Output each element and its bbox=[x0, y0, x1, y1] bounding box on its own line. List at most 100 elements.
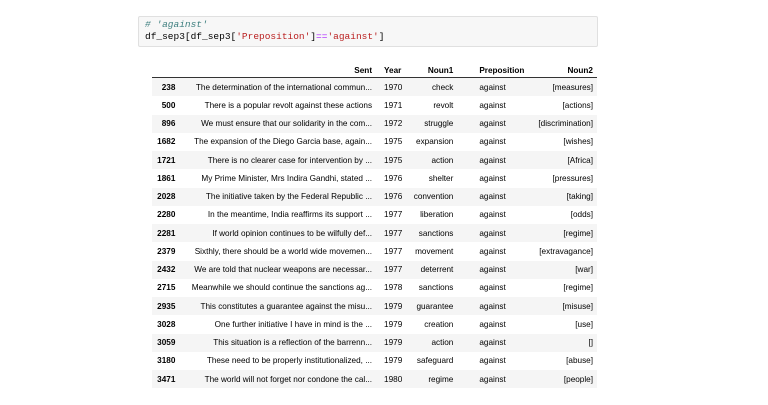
cell-noun2: [war] bbox=[575, 265, 593, 275]
cell-noun2: [odds] bbox=[570, 210, 593, 220]
cell-idx: 2715 bbox=[157, 283, 176, 293]
cell-sent: We must ensure that our solidarity in th… bbox=[201, 119, 373, 129]
column-header-idx bbox=[152, 63, 180, 78]
cell-sent: If world opinion continues to be wilfull… bbox=[212, 228, 373, 238]
cell-prep: against bbox=[479, 356, 506, 366]
column-header-year: Year bbox=[376, 63, 408, 78]
cell-prep: against bbox=[479, 82, 506, 92]
cell-noun2: [pressures] bbox=[552, 173, 594, 183]
cell-noun2: [misuse] bbox=[562, 301, 593, 311]
table-row: 2935 This constitutes a guarantee against… bbox=[152, 297, 597, 316]
cell-sent: Sixthly, there should be a world wide mo… bbox=[194, 246, 373, 256]
cell-noun2: [regime] bbox=[563, 228, 593, 238]
code-operator: == bbox=[316, 31, 328, 42]
cell-year: 1976 bbox=[384, 192, 403, 202]
code-key: 'Preposition' bbox=[236, 31, 311, 42]
cell-year: 1977 bbox=[384, 228, 403, 238]
table-row: 2280 In the meantime, India reaffirms its… bbox=[152, 206, 597, 224]
cell-sent: One further initiative I have in mind is… bbox=[214, 319, 373, 329]
code-line: df_sep3[df_sep3['Preposition'] =='against… bbox=[145, 31, 591, 43]
cell-prep: against bbox=[479, 155, 506, 165]
cell-noun1: guarantee bbox=[416, 301, 454, 311]
cell-sent: This constitutes a guarantee against the… bbox=[200, 301, 373, 311]
cell-sent: The determination of the international c… bbox=[195, 82, 373, 92]
table-row: 3028 One further initiative I have in min… bbox=[152, 315, 597, 333]
cell-prep: against bbox=[479, 246, 506, 256]
cell-idx: 500 bbox=[161, 100, 176, 110]
table-row: 3059 This situation is a reflection of th… bbox=[152, 333, 597, 352]
cell-idx: 2281 bbox=[157, 228, 176, 238]
cell-prep: against bbox=[479, 301, 506, 311]
table-row: 2715 Meanwhile we should continue the san… bbox=[152, 279, 597, 297]
column-header-noun1: Noun1 bbox=[407, 63, 458, 78]
cell-noun1: shelter bbox=[428, 173, 454, 183]
cell-year: 1975 bbox=[384, 155, 403, 165]
cell-noun1: creation bbox=[424, 319, 454, 329]
table-row: 500 There is a popular revolt against the… bbox=[152, 96, 597, 114]
table-row: 2432 We are told that nuclear weapons are… bbox=[152, 260, 597, 279]
cell-noun2: [people] bbox=[563, 374, 593, 384]
cell-noun1: liberation bbox=[420, 210, 454, 220]
cell-prep: against bbox=[479, 100, 506, 110]
cell-idx: 1721 bbox=[157, 155, 176, 165]
cell-noun2: [taking] bbox=[566, 192, 593, 202]
table-row: 1682 The expansion of the Diego Garcia ba… bbox=[152, 133, 597, 151]
cell-idx: 1861 bbox=[157, 173, 176, 183]
cell-idx: 2432 bbox=[157, 265, 176, 275]
cell-year: 1979 bbox=[384, 301, 403, 311]
table-row: 3471 The world will not forget nor condon… bbox=[152, 370, 597, 389]
cell-noun2: [actions] bbox=[562, 100, 594, 110]
cell-year: 1980 bbox=[384, 374, 403, 384]
cell-prep: against bbox=[479, 173, 506, 183]
cell-idx: 3180 bbox=[157, 356, 176, 366]
cell-idx: 238 bbox=[161, 82, 176, 92]
cell-noun1: safeguard bbox=[416, 356, 454, 366]
cell-idx: 3471 bbox=[157, 374, 176, 384]
cell-noun1: action bbox=[431, 155, 454, 165]
table-row: 2281 If world opinion continues to be wil… bbox=[152, 224, 597, 243]
cell-year: 1977 bbox=[384, 210, 403, 220]
cell-sent: The expansion of the Diego Garcia base, … bbox=[194, 137, 373, 147]
cell-prep: against bbox=[479, 265, 506, 275]
table-row: 3180 These need to be properly institutio… bbox=[152, 352, 597, 370]
code-value: 'against' bbox=[327, 31, 379, 42]
cell-year: 1971 bbox=[384, 100, 403, 110]
cell-noun2: [abuse] bbox=[566, 356, 593, 366]
cell-prep: against bbox=[479, 374, 506, 384]
cell-sent: The initiative taken by the Federal Repu… bbox=[205, 192, 373, 202]
cell-year: 1970 bbox=[384, 82, 403, 92]
table-row: 238 The determination of the internationa… bbox=[152, 77, 597, 97]
cell-idx: 896 bbox=[161, 119, 176, 129]
cell-sent: The world will not forget nor condone th… bbox=[204, 374, 373, 384]
cell-noun2: [Africa] bbox=[567, 155, 593, 165]
cell-noun1: check bbox=[431, 82, 454, 92]
cell-noun2: [wishes] bbox=[563, 137, 593, 147]
cell-idx: 3028 bbox=[157, 319, 176, 329]
cell-prep: against bbox=[479, 338, 506, 348]
cell-sent: My Prime Minister, Mrs Indira Gandhi, st… bbox=[201, 173, 373, 183]
cell-noun1: movement bbox=[415, 246, 454, 256]
cell-prep: against bbox=[479, 283, 506, 293]
cell-year: 1975 bbox=[384, 137, 403, 147]
cell-sent: We are told that nuclear weapons are nec… bbox=[194, 265, 373, 275]
cell-idx: 1682 bbox=[157, 137, 176, 147]
cell-prep: against bbox=[479, 319, 506, 329]
table-row: 896 We must ensure that our solidarity in… bbox=[152, 114, 597, 133]
cell-noun1: sanctions bbox=[418, 228, 454, 238]
cell-year: 1979 bbox=[384, 319, 403, 329]
cell-noun2: [regime] bbox=[563, 283, 593, 293]
code-close: ] bbox=[378, 31, 385, 42]
cell-idx: 2935 bbox=[157, 301, 176, 311]
cell-year: 1972 bbox=[384, 119, 403, 129]
cell-sent: In the meantime, India reaffirms its sup… bbox=[207, 210, 373, 220]
column-header-prep: Preposition bbox=[457, 63, 532, 78]
cell-year: 1979 bbox=[384, 356, 403, 366]
cell-year: 1976 bbox=[384, 173, 403, 183]
cell-idx: 2379 bbox=[157, 246, 176, 256]
cell-sent: These need to be properly institutionali… bbox=[206, 356, 373, 366]
code-cell-input[interactable]: # 'against' df_sep3[df_sep3['Preposition… bbox=[138, 16, 598, 47]
cell-noun1: sanctions bbox=[418, 283, 454, 293]
cell-prep: against bbox=[479, 192, 506, 202]
cell-year: 1979 bbox=[384, 338, 403, 348]
cell-idx: 2028 bbox=[157, 192, 176, 202]
